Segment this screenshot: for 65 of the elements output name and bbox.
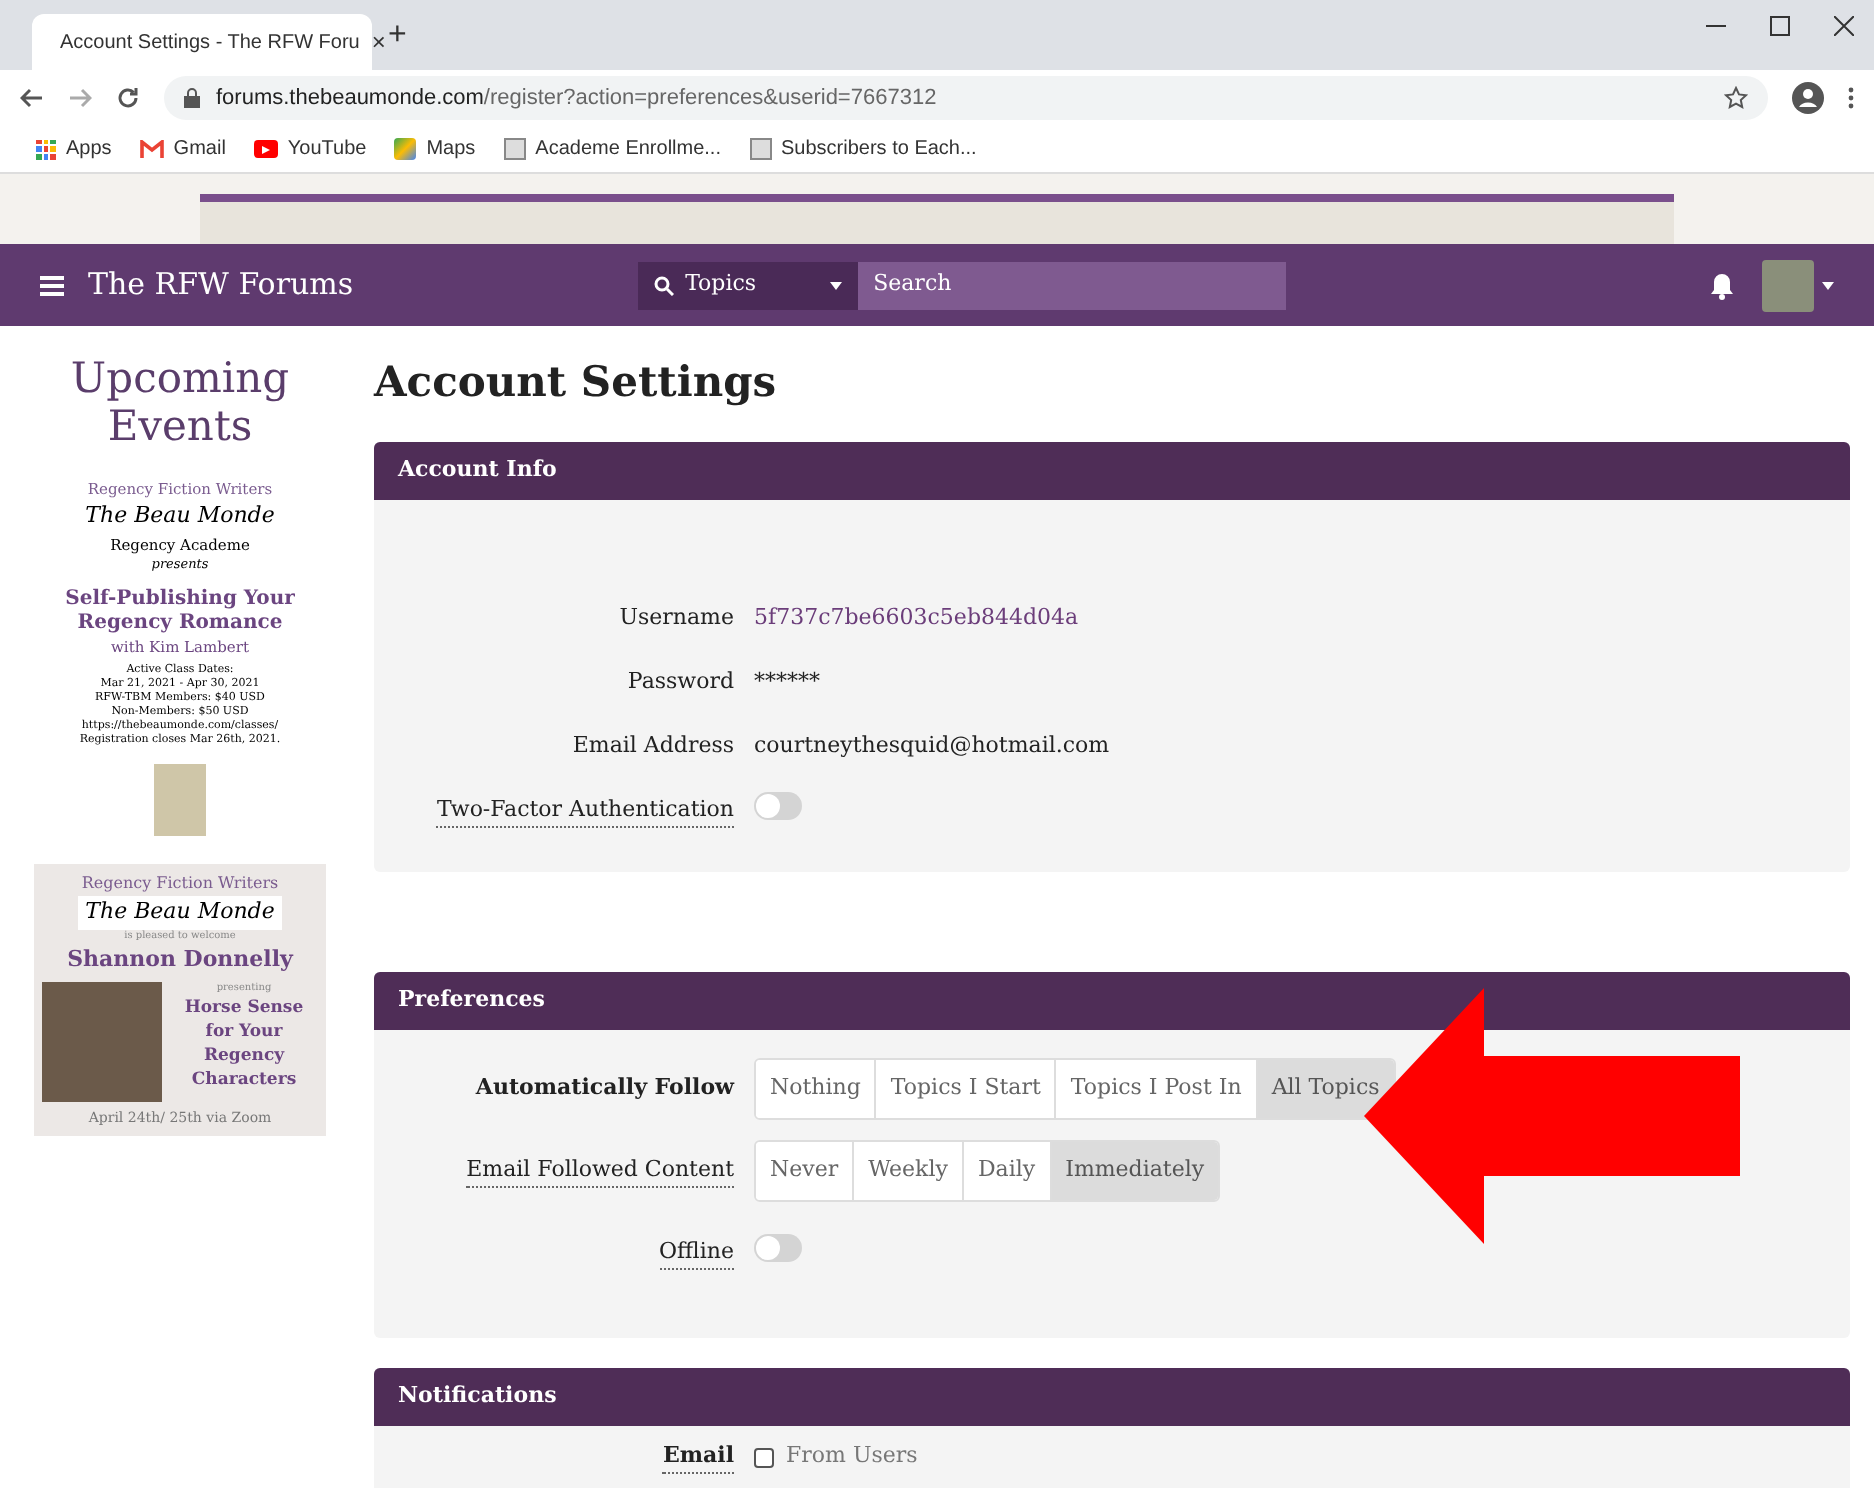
tab-title: Account Settings - The RFW Foru: [60, 29, 360, 57]
new-tab-button[interactable]: +: [388, 12, 407, 60]
lock-icon: [184, 88, 200, 108]
bookmark-link[interactable]: Subscribers to Each...: [781, 134, 977, 164]
back-arrow-icon[interactable]: [20, 88, 44, 108]
bookmark-link[interactable]: YouTube: [287, 134, 367, 164]
card-title: Account Info: [398, 453, 557, 486]
checkbox[interactable]: [754, 1447, 774, 1467]
segment-option[interactable]: Topics I Start: [874, 1060, 1055, 1118]
field-label: Offline: [659, 1235, 734, 1271]
site-title[interactable]: The RFW Forums: [88, 262, 354, 308]
banner-text: Horse Sense for Your Regency Characters: [182, 996, 306, 1092]
address-bar[interactable]: forums.thebeaumonde.com/register?action=preferences&userid=7667312: [164, 76, 1768, 120]
tab-close-button[interactable]: ×: [371, 24, 386, 60]
photo-placeholder: [42, 981, 162, 1101]
banner-text: Shannon Donnelly: [67, 944, 293, 976]
menu-icon[interactable]: [40, 275, 64, 295]
map-icon: [394, 138, 417, 160]
banner-text: The Beau Monde: [85, 500, 275, 533]
page-title: Account Settings: [374, 354, 779, 410]
bookmark-link[interactable]: Gmail: [173, 134, 226, 164]
segment-option[interactable]: Immediately: [1049, 1142, 1219, 1200]
field-value: courtneythesquid@hotmail.com: [754, 732, 1110, 759]
field-value: ******: [754, 668, 820, 695]
bookmark-link[interactable]: Maps: [426, 134, 476, 164]
checkbox-label: From Users: [786, 1440, 918, 1473]
field-label: Automatically Follow: [475, 1072, 734, 1105]
field-value[interactable]: 5f737c7be6603c5eb844d04a: [754, 604, 1079, 631]
banner-text: Regency Fiction Writers: [81, 872, 279, 896]
segment-option[interactable]: All Topics: [1255, 1060, 1394, 1118]
banner-text: The Beau Monde: [77, 896, 283, 929]
card-title: Notifications: [398, 1379, 557, 1412]
search-icon: [653, 275, 674, 295]
reload-icon[interactable]: [116, 86, 140, 110]
illustration-placeholder: [154, 764, 206, 836]
toggle-switch[interactable]: [754, 792, 802, 821]
search-field[interactable]: Search: [857, 261, 1286, 309]
bell-icon[interactable]: [1710, 271, 1734, 299]
url-text: forums.thebeaumonde.com/register?action=preferences&userid=7667312: [216, 83, 937, 114]
segment-option[interactable]: Nothing: [756, 1060, 875, 1118]
maximize-icon[interactable]: [1770, 16, 1790, 36]
apps-grid-icon: [36, 139, 56, 159]
card-title: Preferences: [398, 983, 545, 1016]
mail-icon: [139, 140, 164, 158]
search-scope-dropdown[interactable]: Topics: [637, 261, 858, 309]
toggle-switch[interactable]: [754, 1234, 802, 1263]
profile-icon[interactable]: [1792, 82, 1824, 114]
field-label: Email Followed Content: [466, 1153, 734, 1189]
field-label: Email Address: [572, 730, 734, 763]
close-icon[interactable]: [1834, 16, 1854, 36]
field-label: Email: [662, 1439, 734, 1475]
caret-icon[interactable]: [1822, 281, 1834, 289]
bookmark-link[interactable]: Apps: [66, 134, 112, 164]
bookmark-link[interactable]: Academe Enrollme...: [535, 134, 721, 164]
sidebar-heading: Upcoming Events: [68, 354, 292, 450]
field-label: Username: [619, 602, 734, 635]
field-label: Password: [627, 666, 734, 699]
banner-text: Self-Publishing Your Regency Romance: [63, 587, 297, 636]
caret-icon: [829, 281, 842, 289]
page-icon: [503, 138, 526, 160]
star-icon[interactable]: [1724, 86, 1748, 110]
page-icon: [749, 138, 771, 160]
play-icon: [253, 140, 278, 158]
more-icon[interactable]: [1848, 86, 1854, 110]
field-label: Two-Factor Authentication: [436, 793, 734, 829]
